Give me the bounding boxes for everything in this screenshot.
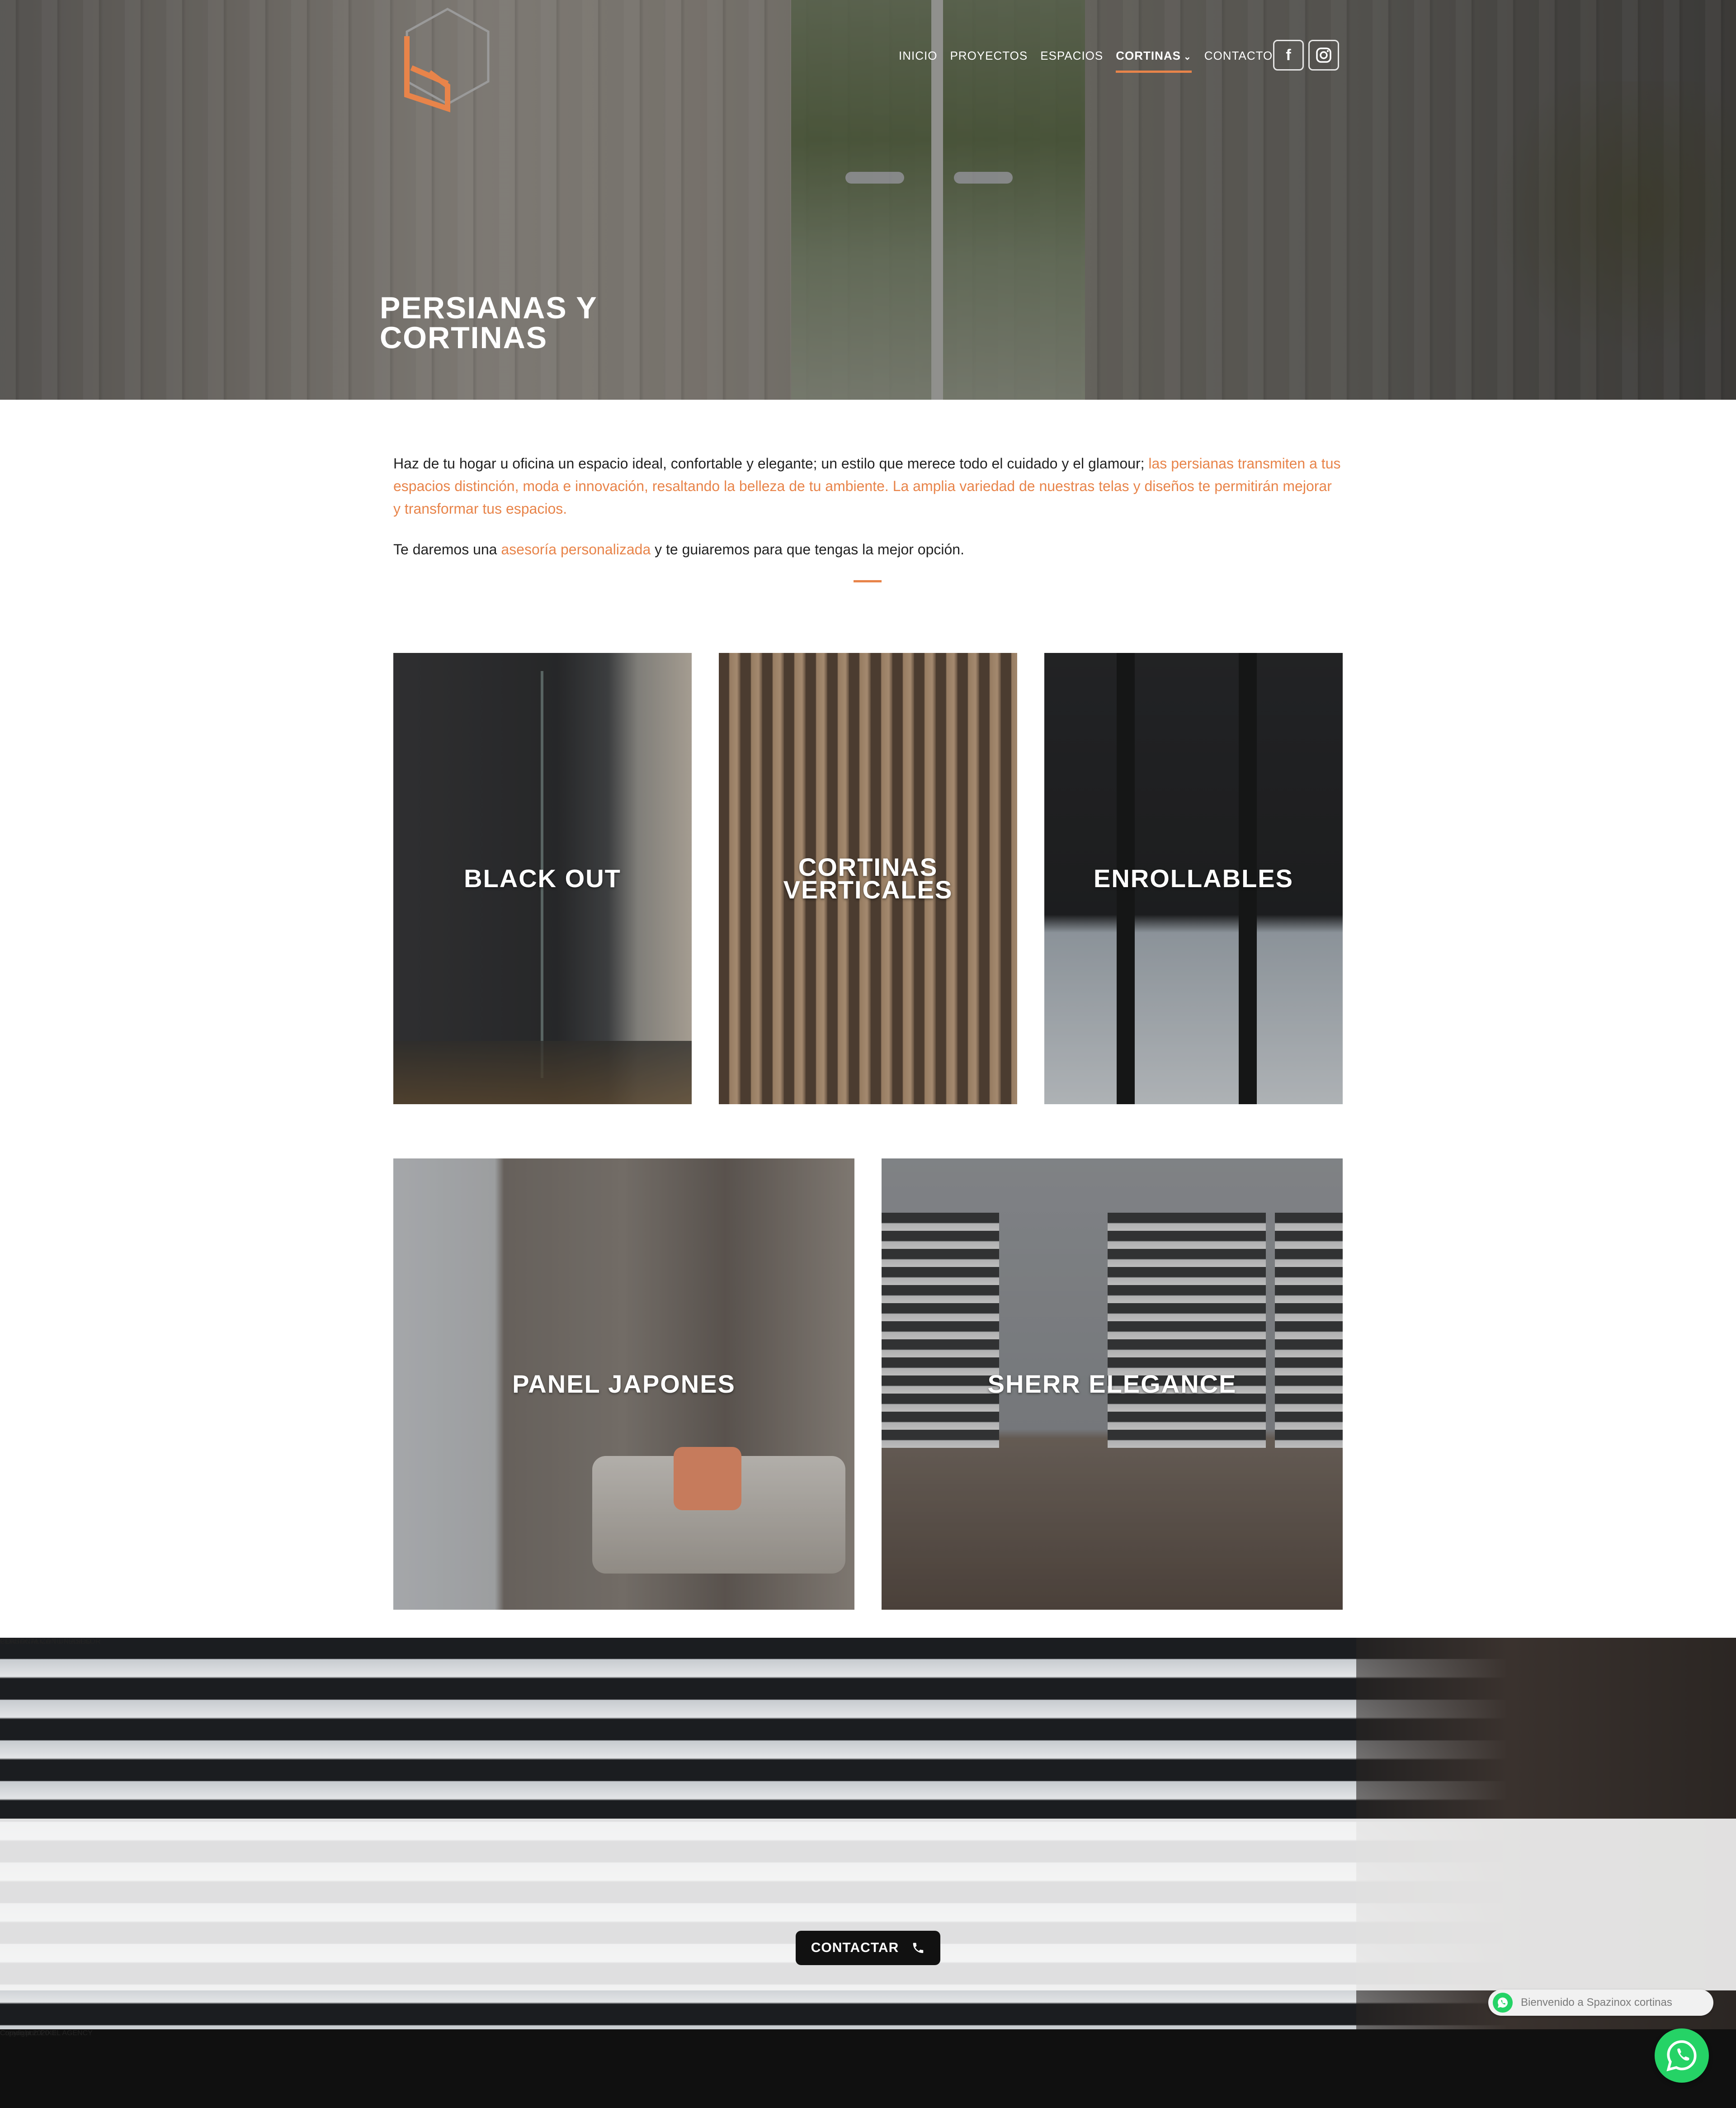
contact-cta-section [0, 1638, 1736, 2029]
nav-item-cortinas-label: CORTINAS [1116, 49, 1181, 62]
main-navigation: INICIO PROYECTOS ESPACIOS CORTINAS ⌄ CONT… [899, 49, 1273, 73]
product-card-label: PANEL JAPONES [512, 1370, 736, 1398]
contactar-button[interactable]: CONTACTAR [796, 1931, 940, 1965]
product-card-label: BLACK OUT [464, 864, 621, 893]
instagram-icon[interactable] [1308, 40, 1339, 71]
section-divider [854, 580, 882, 582]
intro-text: Haz de tu hogar u oficina un espacio ide… [393, 452, 1343, 561]
product-card-black-out[interactable]: BLACK OUT [393, 653, 692, 1104]
phone-icon [913, 1943, 924, 1953]
product-card-cortinas-verticales[interactable]: CORTINAS VERTICALES [719, 653, 1017, 1104]
nav-item-cortinas[interactable]: CORTINAS ⌄ [1116, 49, 1192, 73]
nav-item-contacto[interactable]: CONTACTO [1204, 49, 1273, 63]
product-card-panel-japones[interactable]: PANEL JAPONES [393, 1158, 854, 1610]
facebook-icon[interactable]: f [1273, 40, 1304, 71]
chevron-down-icon: ⌄ [1184, 52, 1192, 62]
footer-copyright: Copyright 2020 © [0, 2029, 57, 2037]
nav-item-inicio[interactable]: INICIO [899, 49, 937, 63]
nav-item-proyectos[interactable]: PROYECTOS [950, 49, 1028, 63]
site-footer [0, 2029, 1736, 2108]
whatsapp-icon [1493, 1993, 1513, 2013]
social-links: f [1273, 40, 1339, 71]
instagram-glyph [1316, 47, 1331, 63]
product-card-label: ENROLLABLES [1094, 864, 1293, 893]
asesoria-link[interactable]: asesoría personalizada [501, 541, 651, 558]
page-title-line1: PERSIANAS Y [380, 291, 598, 325]
cta-title: CONTACTA CON UN ASESOR [0, 1638, 101, 1645]
product-card-sherr-elegance[interactable]: SHERR ELEGANCE [882, 1158, 1343, 1610]
product-card-label: CORTINAS VERTICALES [783, 853, 953, 904]
whatsapp-icon [1666, 2040, 1697, 2071]
intro-paragraph-1: Haz de tu hogar u oficina un espacio ide… [393, 455, 1341, 517]
whatsapp-greeting-text: Bienvenido a Spazinox cortinas [1521, 1996, 1672, 2009]
hero-banner [0, 0, 1736, 400]
page-title: PERSIANAS Y CORTINAS [380, 293, 651, 353]
nav-item-espacios[interactable]: ESPACIOS [1040, 49, 1103, 63]
site-logo[interactable] [398, 5, 497, 113]
product-card-enrollables[interactable]: ENROLLABLES [1044, 653, 1343, 1104]
product-card-label: SHERR ELEGANCE [987, 1370, 1237, 1398]
page-title-line2: CORTINAS [380, 321, 548, 355]
whatsapp-button[interactable] [1655, 2028, 1709, 2083]
contactar-button-label: CONTACTAR [811, 1940, 899, 1955]
intro-paragraph-2: Te daremos una asesoría personalizada y … [393, 541, 964, 558]
whatsapp-greeting-bubble[interactable]: Bienvenido a Spazinox cortinas [1488, 1990, 1713, 2016]
